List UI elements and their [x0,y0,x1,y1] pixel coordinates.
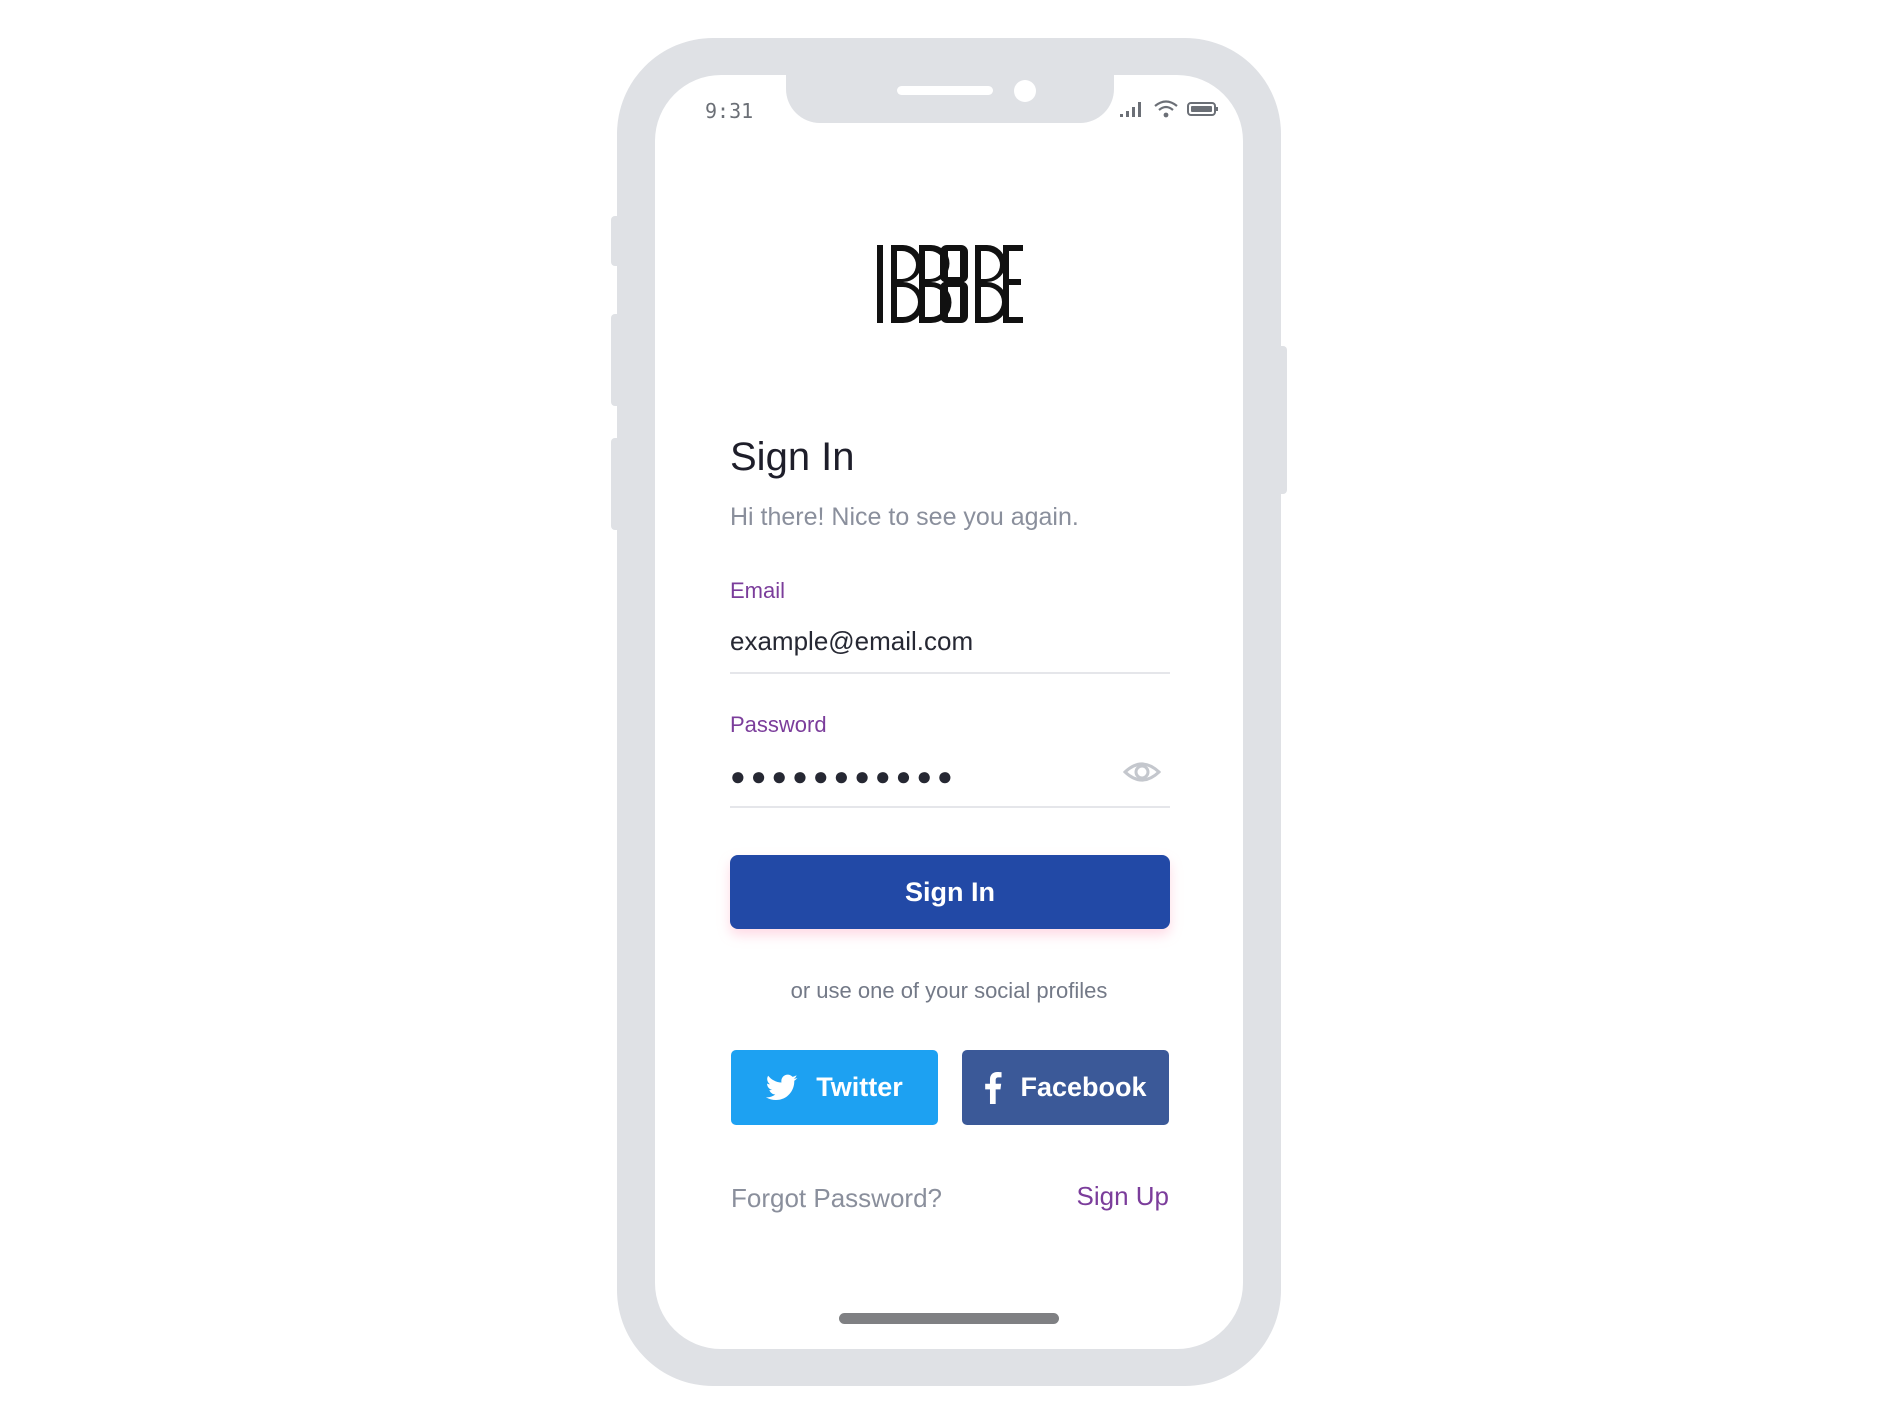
twitter-bird-icon [766,1074,798,1100]
email-underline [730,672,1170,674]
facebook-f-icon [985,1071,1003,1104]
speaker-grille [897,86,993,95]
facebook-button[interactable]: Facebook [962,1050,1169,1125]
brand-logo [877,245,1023,323]
password-underline [730,806,1170,808]
password-field[interactable] [730,758,1120,794]
home-indicator [839,1313,1059,1324]
sign-in-button[interactable]: Sign In [730,855,1170,929]
signal-icon [1120,102,1141,117]
facebook-button-label: Facebook [1020,1072,1147,1102]
sign-up-link[interactable]: Sign Up [1077,1181,1170,1212]
status-icons [1119,99,1219,119]
password-label: Password [730,712,827,737]
page-title: Sign In [730,435,855,479]
email-label: Email [730,578,786,603]
twitter-button[interactable]: Twitter [731,1050,938,1125]
twitter-button-label: Twitter [816,1072,903,1102]
phone-notch [786,75,1114,123]
phone-screen: 9:31 Sign In Hi there! Nice to see you a… [655,75,1243,1349]
eye-icon[interactable] [1123,758,1161,786]
wifi-icon [1154,100,1178,118]
email-field[interactable] [730,623,1170,659]
page-subtitle: Hi there! Nice to see you again. [730,503,1079,531]
front-camera [1014,80,1036,102]
battery-icon [1187,102,1218,116]
status-time: 9:31 [705,99,754,123]
forgot-password-link[interactable]: Forgot Password? [731,1183,942,1214]
social-prompt: or use one of your social profiles [790,978,1108,1003]
